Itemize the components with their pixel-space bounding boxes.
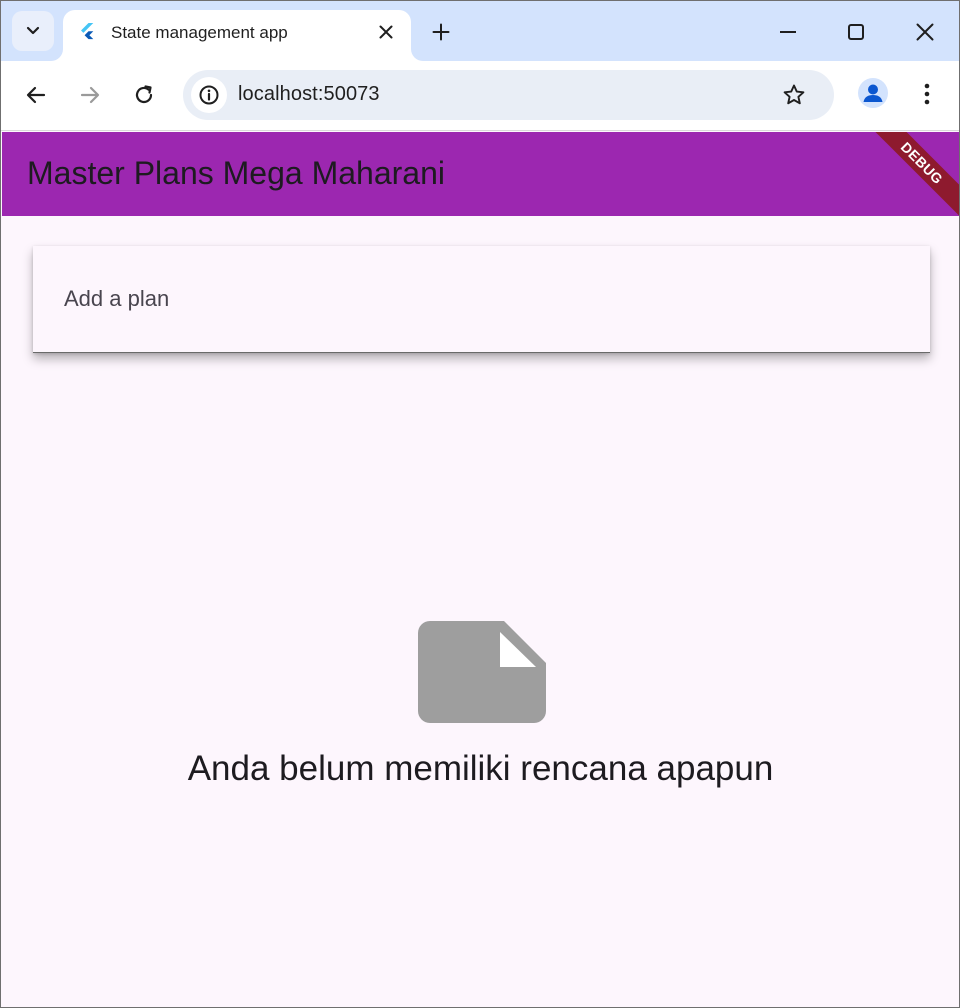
- profile-avatar[interactable]: [858, 78, 888, 108]
- person-icon: [863, 84, 883, 102]
- close-window-button[interactable]: [905, 13, 945, 51]
- forward-button[interactable]: [72, 77, 108, 113]
- arrow-left-icon: [26, 86, 46, 104]
- url-text: localhost:50073: [238, 83, 380, 105]
- app-bar: Master Plans Mega Maharani DEBUG: [2, 132, 959, 216]
- bookmark-button[interactable]: [781, 82, 807, 108]
- add-plan-input[interactable]: [33, 246, 930, 352]
- star-icon: [783, 84, 805, 105]
- page-title: Master Plans Mega Maharani: [27, 155, 445, 191]
- reload-icon: [135, 85, 153, 104]
- minimize-button[interactable]: [768, 13, 808, 51]
- empty-state-message: Anda belum memiliki rencana apapun: [187, 749, 774, 788]
- browser-toolbar: localhost:50073: [1, 61, 959, 131]
- maximize-icon: [848, 24, 864, 40]
- tab-strip: State management app: [1, 1, 959, 61]
- browser-menu-button[interactable]: [913, 79, 941, 109]
- arrow-right-icon: [80, 86, 100, 104]
- flutter-logo-icon: [81, 23, 94, 40]
- chevron-down-icon: [26, 26, 40, 35]
- tab-close-button[interactable]: [375, 21, 397, 43]
- back-button[interactable]: [18, 77, 54, 113]
- browser-tab-active[interactable]: State management app: [63, 10, 411, 61]
- browser-window: State management app localhost:50073 Mas…: [0, 0, 960, 1008]
- note-icon: [418, 621, 546, 723]
- tab-title: State management app: [111, 23, 288, 42]
- reload-button[interactable]: [126, 77, 162, 113]
- site-info-button[interactable]: [191, 77, 227, 113]
- main-content: Anda belum memiliki rencana apapun: [2, 216, 959, 1007]
- minimize-icon: [780, 31, 796, 33]
- more-vert-icon: [924, 83, 930, 105]
- plan-input-card: [33, 246, 930, 353]
- close-icon: [379, 25, 393, 39]
- maximize-button[interactable]: [836, 13, 876, 51]
- debug-banner: DEBUG: [861, 132, 959, 216]
- info-icon: [199, 85, 219, 105]
- close-icon: [916, 23, 934, 41]
- tab-search-button[interactable]: [12, 11, 54, 51]
- new-tab-button[interactable]: [427, 18, 455, 46]
- plus-icon: [432, 23, 450, 41]
- address-bar[interactable]: localhost:50073: [183, 70, 834, 120]
